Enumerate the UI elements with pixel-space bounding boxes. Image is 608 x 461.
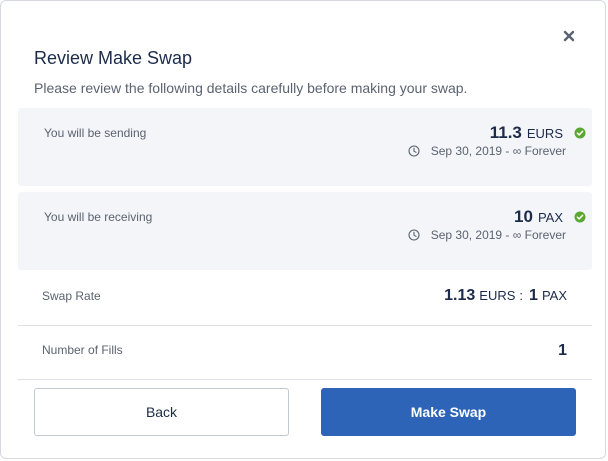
swap-rate-left-value: 1.13 [444, 287, 476, 304]
sending-amount: 11.3 EURS [490, 123, 586, 143]
swap-rate-right-value: 1 [529, 287, 538, 304]
close-icon [563, 30, 575, 42]
back-button-label: Back [145, 404, 178, 420]
swap-rate-row: Swap Rate 1.13 EURS : 1 PAX [18, 271, 592, 326]
swap-rate-label: Swap Rate [42, 289, 101, 303]
modal-subtitle: Please review the following details care… [34, 80, 468, 96]
sending-panel: You will be sending 11.3 EURS Sep 30, 20… [18, 108, 592, 186]
swap-rate-right-unit: PAX [541, 288, 567, 303]
close-button[interactable] [561, 28, 577, 44]
sending-amount-value: 11.3 [489, 123, 522, 142]
sending-date: Sep 30, 2019 - ∞ Forever [408, 144, 566, 158]
fills-label: Number of Fills [42, 343, 123, 357]
swap-rate-left-unit: EURS [479, 288, 516, 303]
swap-rate-separator: : [519, 288, 524, 303]
back-button[interactable]: Back [34, 388, 289, 436]
receiving-panel: You will be receiving 10 PAX Sep 30, 201… [18, 192, 592, 270]
receiving-amount-value: 10 [514, 207, 533, 226]
check-circle-icon [574, 126, 586, 139]
modal-title: Review Make Swap [34, 48, 193, 68]
fills-value: 1 [558, 342, 567, 359]
clock-icon [408, 229, 420, 241]
swap-rate-value: 1.13 EURS : 1 PAX [444, 287, 567, 305]
review-swap-modal: Review Make Swap Please review the follo… [0, 0, 606, 459]
clock-icon [408, 145, 420, 157]
fills-row: Number of Fills 1 [18, 326, 592, 380]
receiving-date: Sep 30, 2019 - ∞ Forever [408, 228, 566, 242]
make-swap-button-label: Make Swap [410, 404, 487, 420]
receiving-label: You will be receiving [44, 210, 153, 224]
sending-amount-unit: EURS [526, 126, 563, 141]
sending-label: You will be sending [44, 126, 147, 140]
check-circle-icon [574, 210, 586, 223]
make-swap-button[interactable]: Make Swap [321, 388, 576, 436]
receiving-amount: 10 PAX [514, 207, 586, 227]
sending-date-text: Sep 30, 2019 - ∞ Forever [430, 144, 566, 158]
receiving-date-text: Sep 30, 2019 - ∞ Forever [430, 228, 566, 242]
receiving-amount-unit: PAX [537, 210, 563, 225]
